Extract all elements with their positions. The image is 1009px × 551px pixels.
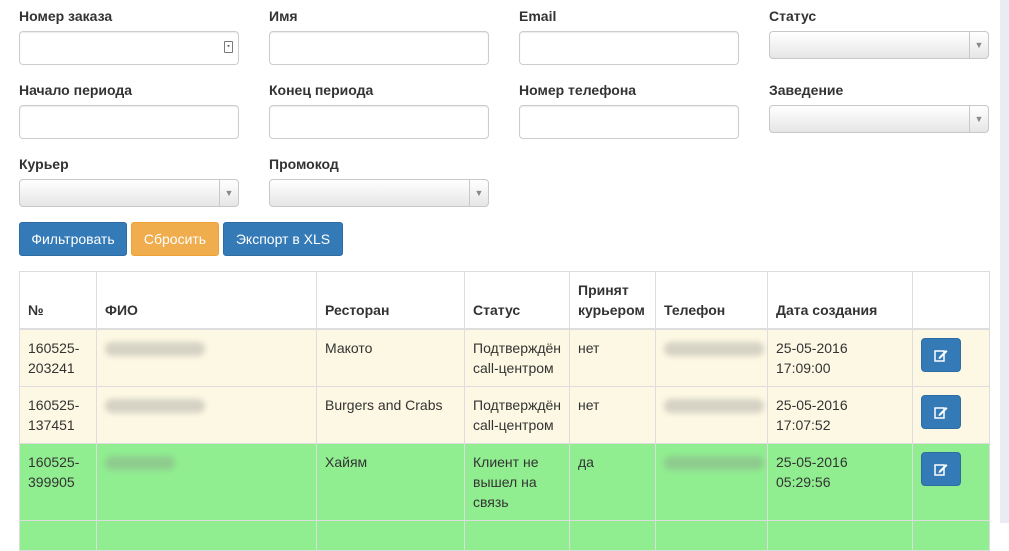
courier-accepted-cell: нет: [569, 328, 656, 387]
redacted-phone: [664, 456, 764, 470]
phone-cell: [655, 443, 768, 521]
restaurant-cell: Burgers and Crabs: [316, 386, 465, 444]
reset-button[interactable]: Сбросить: [131, 222, 219, 256]
chevron-down-icon: ▼: [469, 180, 488, 206]
edit-icon: [934, 463, 948, 476]
status-select[interactable]: ▼: [769, 31, 989, 59]
column-header-phone[interactable]: Телефон: [655, 271, 768, 330]
chevron-down-icon: ▼: [969, 32, 988, 58]
period-end-label: Конец периода: [269, 82, 374, 98]
table-row[interactable]: 160525-137451 Burgers and Crabs Подтверж…: [19, 386, 990, 444]
courier-label: Курьер: [19, 156, 69, 172]
redacted-name: [105, 456, 175, 470]
promo-label: Промокод: [269, 156, 339, 172]
venue-label: Заведение: [769, 82, 844, 98]
created-cell: 25-05-2016 17:09:00: [767, 328, 913, 387]
order-number-cell: 160525-137451: [19, 386, 97, 444]
export-xls-button[interactable]: Экспорт в XLS: [223, 222, 343, 256]
orders-table: № ФИО Ресторан Статус Принят курьером Те…: [19, 271, 990, 551]
chevron-down-icon: ▼: [969, 106, 988, 132]
courier-accepted-cell: да: [569, 443, 656, 521]
phone-input[interactable]: [519, 105, 739, 139]
redacted-phone: [664, 342, 764, 356]
edit-button[interactable]: [921, 338, 961, 372]
scrollbar-track[interactable]: [1000, 0, 1009, 523]
order-number-label: Номер заказа: [19, 8, 113, 24]
phone-cell: [655, 328, 768, 387]
actions-cell: [912, 443, 990, 521]
redacted-name: [105, 399, 205, 413]
actions-cell: [912, 328, 990, 387]
column-header-created[interactable]: Дата создания: [767, 271, 913, 330]
redacted-name: [105, 342, 205, 356]
order-number-input[interactable]: ▪: [19, 31, 239, 65]
name-input[interactable]: [269, 31, 489, 65]
fio-cell: [96, 386, 317, 444]
table-header-row: № ФИО Ресторан Статус Принят курьером Те…: [19, 271, 990, 330]
column-header-status[interactable]: Статус: [464, 271, 570, 330]
restaurant-cell: Хайям: [316, 443, 465, 521]
courier-accepted-cell: нет: [569, 386, 656, 444]
venue-select[interactable]: ▼: [769, 105, 989, 133]
column-header-courier-accepted[interactable]: Принят курьером: [569, 271, 656, 330]
restaurant-cell: Макото: [316, 328, 465, 387]
edit-icon: [934, 406, 948, 419]
filter-button[interactable]: Фильтровать: [19, 222, 127, 256]
email-label: Email: [519, 8, 557, 24]
table-row[interactable]: 160525-399905 Хайям Клиент не вышел на с…: [19, 443, 990, 521]
order-number-cell: 160525-399905: [19, 443, 97, 521]
edit-button[interactable]: [921, 395, 961, 429]
period-start-label: Начало периода: [19, 82, 133, 98]
courier-select[interactable]: ▼: [19, 179, 239, 207]
status-cell: Подтверждён call-центром: [464, 386, 570, 444]
table-row[interactable]: [19, 520, 990, 551]
email-input[interactable]: [519, 31, 739, 65]
phone-cell: [655, 386, 768, 444]
created-cell: 25-05-2016 05:29:56: [767, 443, 913, 521]
status-label: Статус: [769, 8, 817, 24]
actions-cell: [912, 386, 990, 444]
phone-label: Номер телефона: [519, 82, 637, 98]
period-end-input[interactable]: [269, 105, 489, 139]
column-header-num[interactable]: №: [19, 271, 97, 330]
order-number-cell: 160525-203241: [19, 328, 97, 387]
column-header-actions: [912, 271, 990, 330]
column-header-fio[interactable]: ФИО: [96, 271, 317, 330]
column-header-restaurant[interactable]: Ресторан: [316, 271, 465, 330]
edit-button[interactable]: [921, 452, 961, 486]
period-start-input[interactable]: [19, 105, 239, 139]
fio-cell: [96, 443, 317, 521]
promo-select[interactable]: ▼: [269, 179, 489, 207]
status-cell: Клиент не вышел на связь: [464, 443, 570, 521]
created-cell: 25-05-2016 17:07:52: [767, 386, 913, 444]
status-cell: Подтверждён call-центром: [464, 328, 570, 387]
fio-cell: [96, 328, 317, 387]
chevron-down-icon: ▼: [219, 180, 238, 206]
calendar-icon[interactable]: ▪: [224, 41, 233, 53]
table-row[interactable]: 160525-203241 Макото Подтверждён call-це…: [19, 328, 990, 387]
redacted-phone: [664, 399, 764, 413]
edit-icon: [934, 349, 948, 362]
name-label: Имя: [269, 8, 298, 24]
